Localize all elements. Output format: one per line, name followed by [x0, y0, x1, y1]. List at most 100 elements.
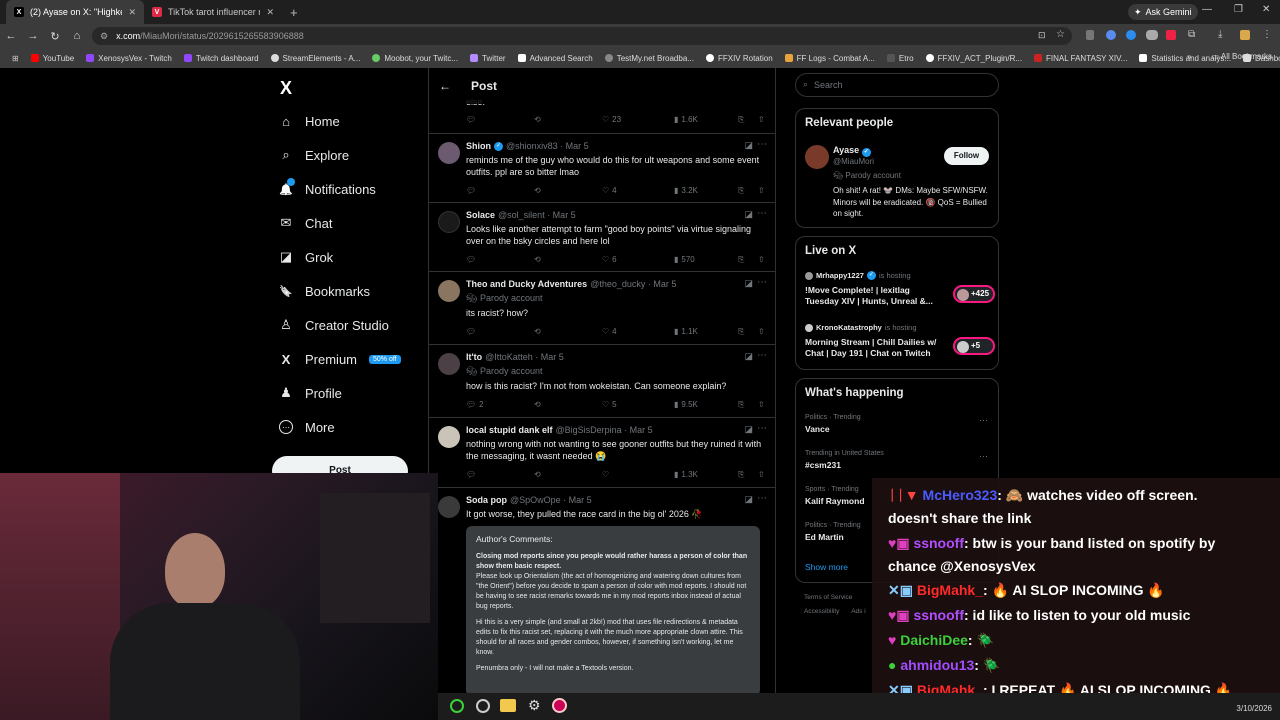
x-logo-icon[interactable]: X [280, 78, 292, 99]
author-handle[interactable]: @SpOwOpe · Mar 5 [510, 495, 592, 505]
like-button[interactable]: ♡ 4 [602, 327, 617, 336]
bookmark-advanced-search[interactable]: Advanced Search [512, 54, 599, 63]
tweet[interactable]: It'to @IttoKatteh · Mar 5 ◪ ⋯ 🎭︎ Parody ac… [429, 345, 775, 418]
author-comments-image[interactable]: Author's Comments: Closing mod reports s… [466, 526, 760, 693]
avatar[interactable] [438, 353, 460, 375]
more-icon[interactable]: ⋯ [757, 139, 767, 150]
bookmark-streamelements[interactable]: StreamElements - A... [265, 54, 367, 63]
more-icon[interactable]: ⋯ [757, 277, 767, 288]
footer-link[interactable]: Ads i [851, 608, 865, 615]
author-name[interactable]: Shion [466, 141, 491, 151]
bookmark-xenosys[interactable]: XenosysVex - Twitch [80, 54, 178, 63]
views-button[interactable]: ▮ 570 [674, 255, 695, 264]
home-icon[interactable]: ⌂ [66, 30, 88, 42]
views-button[interactable]: ▮ 1.6K [674, 115, 698, 124]
more-icon[interactable]: ⋯ [979, 451, 988, 462]
reply-button[interactable]: 💬︎ 2 [466, 400, 484, 409]
bookmark-etro[interactable]: Etro [881, 54, 920, 63]
obs-icon[interactable] [476, 699, 490, 713]
nav-premium[interactable]: X Premium 50% off [279, 349, 401, 369]
bookmark-ffxiv-rotation[interactable]: FFXIV Rotation [700, 54, 779, 63]
live-count-pill[interactable]: +5 [953, 337, 995, 355]
author-handle[interactable]: @IttoKatteh · Mar 5 [485, 352, 564, 362]
share-icon[interactable]: ⇧ [758, 186, 765, 195]
profile-avatar[interactable] [1240, 30, 1250, 40]
reload-icon[interactable]: ↻ [44, 30, 66, 43]
install-icon[interactable]: ⊡ [1038, 30, 1048, 40]
more-icon[interactable]: ⋯ [757, 493, 767, 504]
extension-icon[interactable] [1106, 30, 1116, 40]
bookmark-icon[interactable]: ⎘ [738, 400, 744, 410]
reply-icon[interactable]: 💬︎ [466, 186, 476, 195]
like-button[interactable]: ♡ 4 [602, 186, 617, 195]
repost-icon[interactable]: ⟲ [534, 327, 541, 336]
extension-icon[interactable] [1126, 30, 1136, 40]
extension-icon[interactable] [1166, 30, 1176, 40]
back-icon[interactable]: ← [0, 30, 22, 42]
footer-link[interactable]: Terms of Service [804, 594, 852, 601]
like-button[interactable]: ♡ 6 [602, 255, 617, 264]
tweet[interactable]: Solace @sol_silent · Mar 5 ◪ ⋯ Looks like … [429, 203, 775, 272]
download-icon[interactable]: ⤓ [1218, 29, 1222, 40]
person-name-row[interactable]: Ayase ✓ [833, 145, 871, 157]
like-button[interactable]: ♡ 5 [602, 400, 617, 409]
bookmark-icon[interactable]: ⎘ [738, 470, 744, 480]
repost-icon[interactable]: ⟲ [534, 186, 541, 195]
grok-icon[interactable]: ◪ [744, 494, 753, 505]
author-name[interactable]: local stupid dank elf [466, 425, 553, 435]
app-icon[interactable] [450, 699, 464, 713]
bookmark-youtube[interactable]: YouTube [25, 54, 80, 63]
nav-notifications[interactable]: 🔔 Notifications [279, 178, 376, 199]
share-icon[interactable]: ⇧ [758, 115, 765, 124]
bookmark-fflogs[interactable]: FF Logs - Combat A... [779, 54, 881, 63]
live-item[interactable]: KronoKatastrophy is hosting Morning Strea… [805, 323, 995, 359]
bookmark-icon[interactable]: ⎘ [738, 255, 744, 265]
avatar[interactable] [438, 142, 460, 164]
more-icon[interactable]: ⋯ [757, 423, 767, 434]
back-arrow-icon[interactable]: ← [439, 79, 451, 93]
trend-item[interactable]: Politics · Trending Vance [805, 414, 861, 434]
grok-icon[interactable]: ◪ [744, 351, 753, 362]
share-icon[interactable]: ⇧ [758, 327, 765, 336]
trend-item[interactable]: Sports · Trending Kalif Raymond [805, 486, 865, 506]
share-icon[interactable]: ⇧ [758, 470, 765, 479]
trend-item[interactable]: Politics · Trending Ed Martin [805, 522, 861, 542]
like-button[interactable]: ♡ 23 [602, 115, 621, 124]
repost-icon[interactable]: ⟲ [534, 115, 541, 124]
bookmark-moobot[interactable]: Moobot, your Twitc... [366, 54, 464, 63]
views-button[interactable]: ▮ 3.2K [674, 186, 698, 195]
settings-gear-icon[interactable]: ⚙ [528, 697, 541, 714]
all-bookmarks[interactable]: » ▭ All Bookmarks [1187, 52, 1272, 61]
menu-kebab-icon[interactable]: ⋮ [1262, 29, 1272, 40]
grok-icon[interactable]: ◪ [744, 140, 753, 151]
minimize-icon[interactable]: — [1202, 4, 1212, 15]
apps-grid-icon[interactable]: ⊞ [6, 54, 25, 63]
ask-gemini-button[interactable]: ✦ Ask Gemini [1128, 4, 1198, 20]
avatar[interactable] [438, 280, 460, 302]
reply-icon[interactable]: 💬︎ [466, 115, 476, 124]
repost-icon[interactable]: ⟲ [534, 400, 541, 409]
repost-icon[interactable]: ⟲ [534, 255, 541, 264]
bookmark-icon[interactable]: ⎘ [738, 327, 744, 337]
show-more-link[interactable]: Show more [805, 562, 848, 572]
app-icon[interactable] [552, 698, 567, 713]
author-name[interactable]: Theo and Ducky Adventures [466, 279, 587, 289]
more-icon[interactable]: ⋯ [757, 350, 767, 361]
grok-icon[interactable]: ◪ [744, 278, 753, 289]
live-count-pill[interactable]: +425 [953, 285, 995, 303]
extensions-puzzle-icon[interactable]: ⧉ [1188, 29, 1195, 40]
more-icon[interactable]: ⋯ [757, 208, 767, 219]
nav-grok[interactable]: ◪ Grok [279, 247, 333, 267]
tab-0[interactable]: X (2) Ayase on X: "Highkey, it get ✕ [6, 0, 144, 24]
bookmark-icon[interactable]: ⎘ [738, 115, 744, 125]
forward-icon[interactable]: → [22, 30, 44, 42]
extension-icon[interactable] [1086, 30, 1094, 40]
site-info-icon[interactable]: ⚙ [100, 31, 108, 42]
close-icon[interactable]: ✕ [128, 7, 136, 18]
author-name[interactable]: Soda pop [466, 495, 507, 505]
url-field[interactable]: ⚙ x.com/MiauMori/status/20296152655839068… [92, 27, 1072, 45]
avatar[interactable] [438, 211, 460, 233]
search-input[interactable]: ⌕ Search [795, 73, 999, 97]
author-handle[interactable]: @theo_ducky · Mar 5 [590, 279, 676, 289]
share-icon[interactable]: ⇧ [758, 400, 765, 409]
